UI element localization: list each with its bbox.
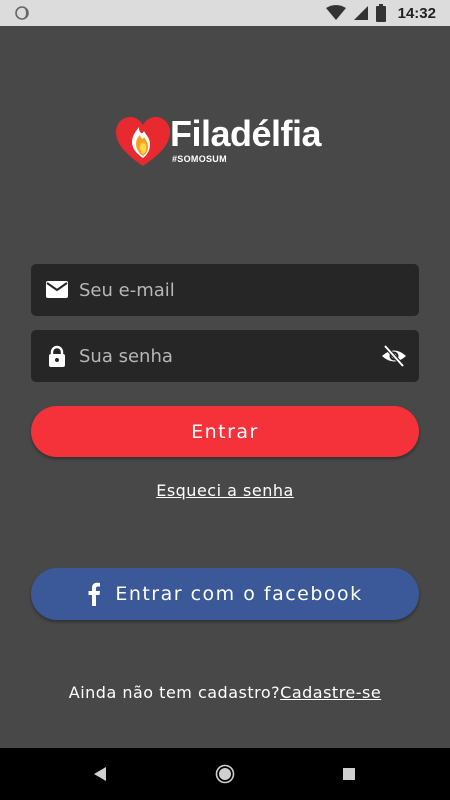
home-icon[interactable] bbox=[215, 764, 235, 784]
back-icon[interactable] bbox=[91, 764, 111, 784]
facebook-icon bbox=[88, 582, 101, 606]
brand-name: Filadélfia bbox=[170, 113, 322, 154]
facebook-login-button[interactable]: Entrar com o facebook bbox=[31, 568, 419, 620]
brand-tagline: #SOMOSUM bbox=[172, 154, 227, 164]
battery-icon bbox=[375, 4, 386, 22]
status-icons: 14:32 bbox=[325, 3, 436, 23]
lock-icon bbox=[49, 345, 65, 367]
status-time: 14:32 bbox=[397, 4, 436, 22]
brand-logo: Filadélfia #SOMOSUM bbox=[114, 114, 344, 170]
email-field[interactable] bbox=[31, 264, 419, 316]
password-field[interactable] bbox=[31, 330, 419, 382]
signup-prompt: Ainda não tem cadastro? bbox=[68, 683, 281, 702]
heart-flame-icon bbox=[116, 117, 170, 166]
facebook-login-label: Entrar com o facebook bbox=[115, 583, 363, 605]
status-bar: 14:32 bbox=[0, 0, 450, 26]
password-input[interactable] bbox=[79, 330, 369, 382]
signup-row: Ainda não tem cadastro?Cadastre-se bbox=[0, 683, 450, 702]
navigation-bar bbox=[0, 748, 450, 800]
email-input[interactable] bbox=[79, 264, 369, 316]
signal-icon bbox=[353, 6, 368, 20]
eye-off-icon[interactable] bbox=[381, 344, 407, 368]
wifi-icon bbox=[325, 5, 346, 20]
recent-apps-icon[interactable] bbox=[339, 764, 359, 784]
signup-link[interactable]: Cadastre-se bbox=[280, 683, 381, 702]
forgot-password-label[interactable]: Esqueci a senha bbox=[156, 481, 294, 500]
login-button[interactable]: Entrar bbox=[31, 406, 419, 457]
mail-icon bbox=[46, 281, 68, 298]
notification-icon bbox=[15, 6, 29, 20]
forgot-password-link[interactable]: Esqueci a senha bbox=[0, 481, 450, 500]
